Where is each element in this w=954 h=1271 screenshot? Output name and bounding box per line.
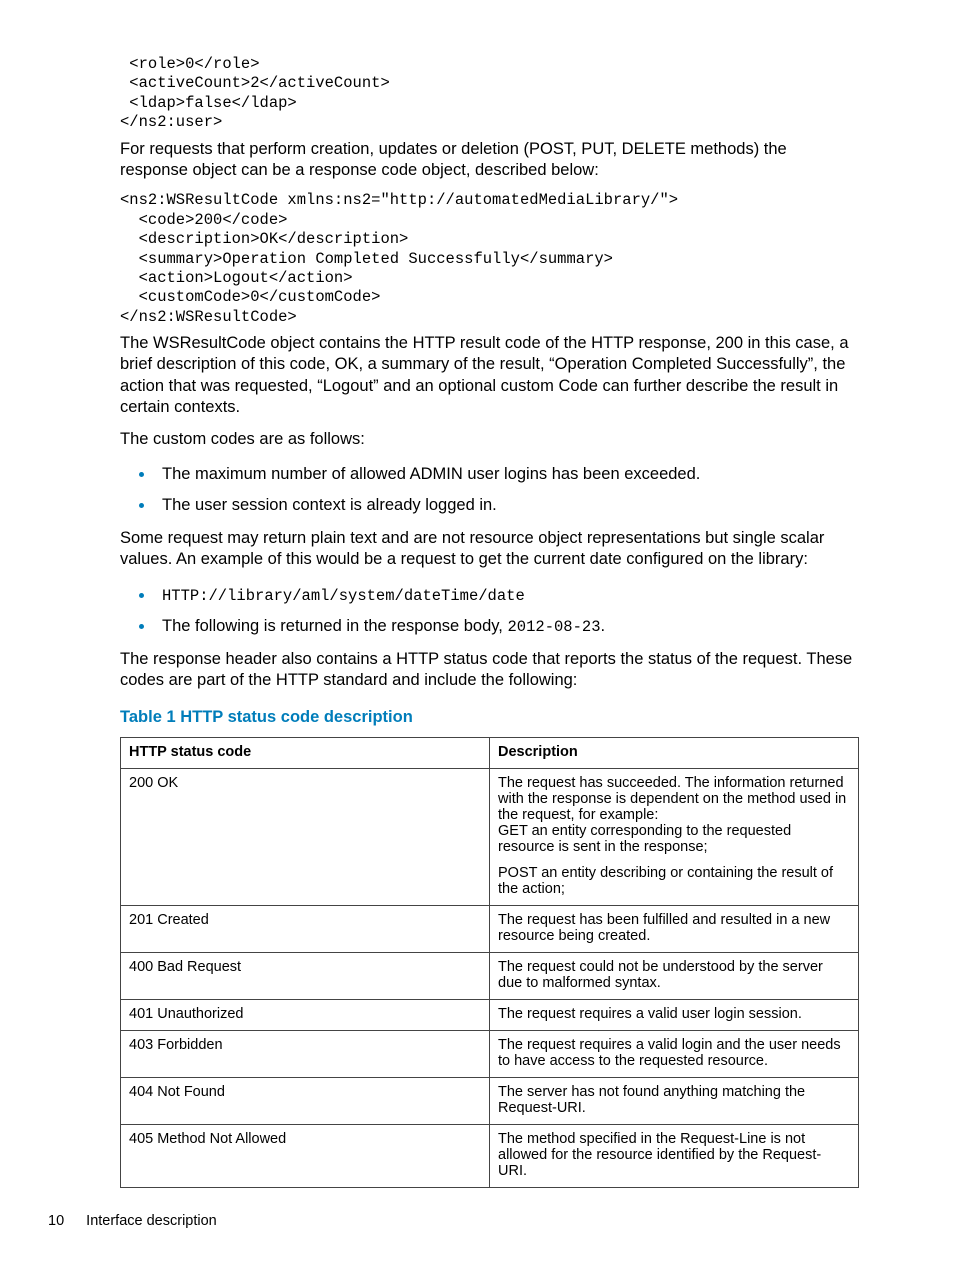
code-block-wsresultcode: <ns2:WSResultCode xmlns:ns2="http://auto… [120,191,859,327]
inline-code-date: 2012-08-23 [507,618,600,636]
description-cell: The request requires a valid user login … [490,999,859,1030]
description-cell: The server has not found anything matchi… [490,1077,859,1124]
status-code-cell: 201 Created [121,905,490,952]
table-row: 400 Bad RequestThe request could not be … [121,952,859,999]
list-item: The user session context is already logg… [156,491,859,518]
description-block: The request requires a valid login and t… [498,1037,850,1069]
table-row: 401 Unauthorized The request requires a v… [121,999,859,1030]
description-block: The request could not be understood by t… [498,959,850,991]
table-row: 403 ForbiddenThe request requires a vali… [121,1030,859,1077]
description-block: The method specified in the Request-Line… [498,1131,850,1179]
bullet-list-example: HTTP://library/aml/system/dateTime/date … [120,581,859,639]
table-row: 404 Not FoundThe server has not found an… [121,1077,859,1124]
status-code-cell: 400 Bad Request [121,952,490,999]
list-item-text: . [601,617,606,635]
paragraph: The custom codes are as follows: [120,429,859,450]
table-row: 405 Method Not AllowedThe method specifi… [121,1124,859,1187]
table-header-row: HTTP status code Description [121,737,859,768]
description-block: The request has been fulfilled and resul… [498,912,850,944]
code-block-user-xml: <role>0</role> <activeCount>2</activeCou… [120,55,859,133]
http-status-table: HTTP status code Description 200 OKThe r… [120,737,859,1188]
page-footer: 10 Interface description [48,1213,217,1229]
page-number: 10 [48,1213,64,1229]
status-code-cell: 200 OK [121,768,490,905]
table-header-cell: Description [490,737,859,768]
table-row: 201 CreatedThe request has been fulfille… [121,905,859,952]
document-page: <role>0</role> <activeCount>2</activeCou… [0,0,954,1271]
paragraph: For requests that perform creation, upda… [120,139,859,182]
list-item: The maximum number of allowed ADMIN user… [156,460,859,487]
list-item: HTTP://library/aml/system/dateTime/date [156,581,859,608]
description-block: POST an entity describing or containing … [498,865,850,897]
paragraph: The WSResultCode object contains the HTT… [120,333,859,419]
list-item: The following is returned in the respons… [156,612,859,639]
inline-code-url: HTTP://library/aml/system/dateTime/date [162,587,525,605]
description-block: The request requires a valid user login … [498,1006,850,1022]
description-block: The server has not found anything matchi… [498,1084,850,1116]
description-cell: The request requires a valid login and t… [490,1030,859,1077]
paragraph: The response header also contains a HTTP… [120,649,859,692]
footer-section: Interface description [86,1213,217,1229]
table-header-cell: HTTP status code [121,737,490,768]
description-cell: The method specified in the Request-Line… [490,1124,859,1187]
description-cell: The request has been fulfilled and resul… [490,905,859,952]
description-cell: The request could not be understood by t… [490,952,859,999]
list-item-text: The following is returned in the respons… [162,617,507,635]
bullet-list-custom-codes: The maximum number of allowed ADMIN user… [120,460,859,518]
paragraph: Some request may return plain text and a… [120,528,859,571]
table-row: 200 OKThe request has succeeded. The inf… [121,768,859,905]
status-code-cell: 405 Method Not Allowed [121,1124,490,1187]
status-code-cell: 403 Forbidden [121,1030,490,1077]
description-block: The request has succeeded. The informati… [498,775,850,855]
table-title: Table 1 HTTP status code description [120,708,859,727]
status-code-cell: 404 Not Found [121,1077,490,1124]
status-code-cell: 401 Unauthorized [121,999,490,1030]
description-cell: The request has succeeded. The informati… [490,768,859,905]
